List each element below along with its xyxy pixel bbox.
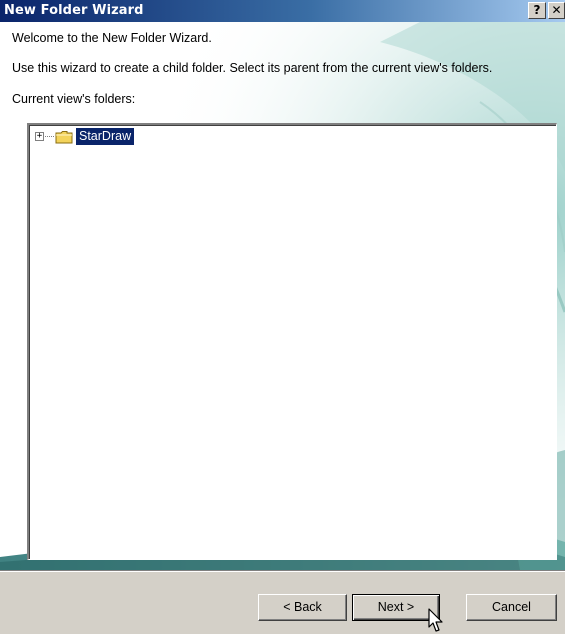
tree-item-label[interactable]: StarDraw (76, 128, 135, 145)
window-title: New Folder Wizard (4, 3, 144, 18)
tree-connector (45, 136, 54, 137)
welcome-text: Welcome to the New Folder Wizard. (12, 31, 212, 45)
footer-divider (0, 570, 565, 572)
instruction-text: Use this wizard to create a child folder… (12, 61, 493, 75)
folder-icon (55, 131, 73, 144)
help-button[interactable]: ? (528, 2, 546, 19)
expand-icon[interactable]: + (35, 132, 44, 141)
folders-label: Current view's folders: (12, 92, 136, 106)
folder-tree[interactable]: + StarDraw (27, 123, 557, 560)
cancel-button[interactable]: Cancel (466, 594, 557, 621)
title-bar[interactable]: New Folder Wizard ? ✕ (0, 0, 565, 22)
close-button[interactable]: ✕ (548, 2, 565, 19)
next-button[interactable]: Next > (352, 594, 440, 621)
wizard-window: New Folder Wizard ? ✕ Welcome to the New… (0, 0, 565, 634)
back-button[interactable]: < Back (258, 594, 347, 621)
mouse-cursor-icon (428, 608, 443, 632)
